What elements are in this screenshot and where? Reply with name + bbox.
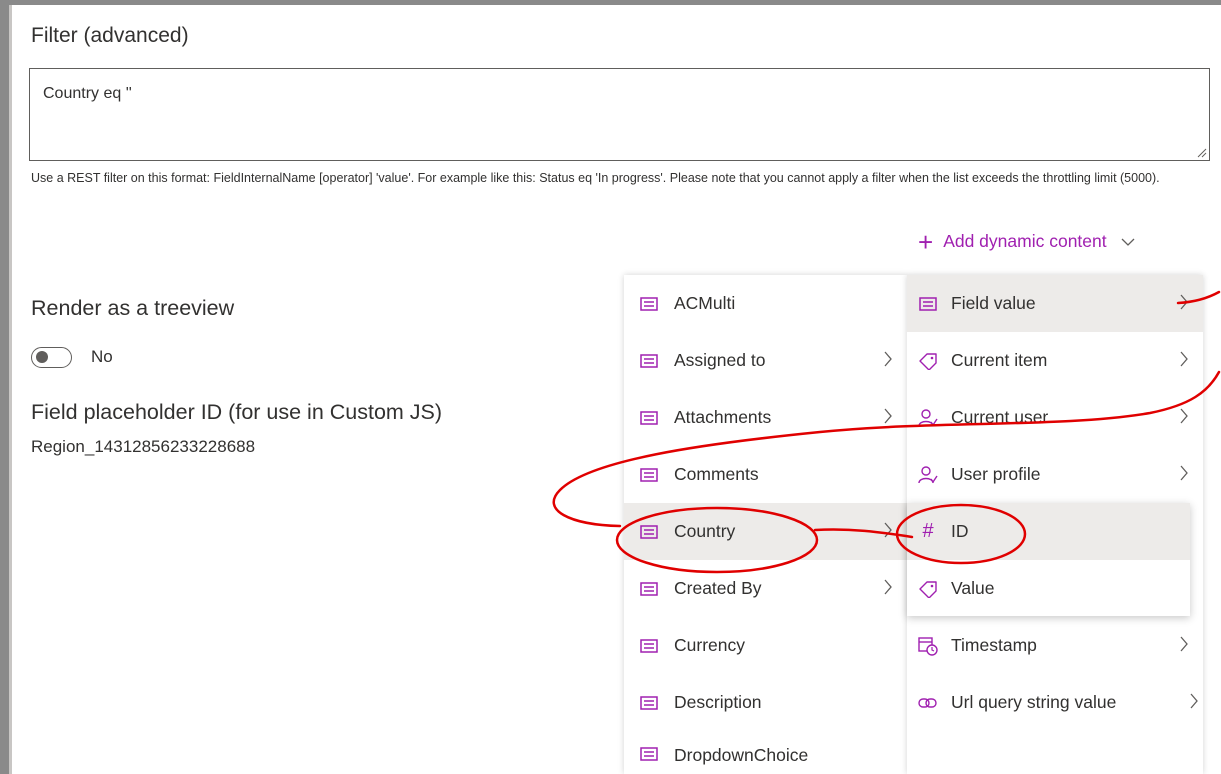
menu-item-country[interactable]: Country: [624, 503, 907, 560]
resize-grip-icon[interactable]: [1197, 148, 1207, 158]
filter-textarea[interactable]: Country eq '': [29, 68, 1210, 161]
chevron-right-icon: [1180, 636, 1188, 652]
plus-icon: +: [918, 226, 934, 257]
field-icon: [638, 295, 660, 313]
menu-item-label: Comments: [674, 464, 759, 484]
treeview-toggle[interactable]: [31, 347, 72, 368]
person-icon: [917, 465, 939, 484]
field-icon: [917, 295, 939, 313]
person-icon: [917, 408, 939, 427]
window-frame-top: [0, 0, 1221, 5]
menu-item-user-profile[interactable]: User profile: [907, 446, 1203, 503]
hash-icon: #: [922, 520, 934, 542]
toggle-state-label: No: [91, 347, 113, 366]
menu-item-field-value[interactable]: Field value: [907, 275, 1203, 332]
menu-item-description[interactable]: Description: [624, 674, 907, 731]
menu-item-label: Description: [674, 692, 762, 712]
field-icon: [638, 637, 660, 655]
menu-item-label: Attachments: [674, 407, 772, 427]
add-dynamic-content-label: Add dynamic content: [943, 231, 1107, 251]
field-icon: [638, 580, 660, 598]
menu-item-acmulti[interactable]: ACMulti: [624, 275, 907, 332]
menu-item-label: Url query string value: [951, 692, 1117, 712]
chevron-right-icon: [1180, 465, 1188, 481]
placeholder-id-value: Region_14312856233228688: [31, 437, 256, 456]
link-icon: [917, 694, 939, 712]
field-icon: [638, 352, 660, 370]
chevron-down-icon: [1121, 238, 1135, 246]
treeview-label: Render as a treeview: [31, 296, 235, 320]
submenu-item-id[interactable]: # ID: [907, 503, 1190, 560]
filter-help-text: Use a REST filter on this format: FieldI…: [31, 171, 1160, 185]
menu-item-attachments[interactable]: Attachments: [624, 389, 907, 446]
chevron-right-icon: [884, 579, 892, 595]
submenu-item-value[interactable]: Value: [907, 560, 1190, 617]
chevron-right-icon: [884, 522, 892, 538]
field-icon: [638, 745, 660, 763]
filter-value[interactable]: Country eq '': [43, 85, 132, 103]
menu-item-label: Assigned to: [674, 350, 766, 370]
menu-item-current-user[interactable]: Current user: [907, 389, 1203, 446]
field-icon: [638, 694, 660, 712]
filter-label: Filter (advanced): [31, 24, 189, 47]
chevron-right-icon: [884, 408, 892, 424]
menu-item-label: Currency: [674, 635, 745, 655]
chevron-right-icon: [1180, 351, 1188, 367]
field-icon: [638, 409, 660, 427]
menu-item-current-item[interactable]: Current item: [907, 332, 1203, 389]
menu-item-label: Current user: [951, 407, 1049, 427]
country-submenu: # ID Value: [907, 503, 1190, 616]
menu-item-url-query-string[interactable]: Url query string value: [907, 674, 1203, 731]
window-frame-left-inner: [9, 5, 12, 774]
field-icon: [638, 523, 660, 541]
menu-item-label: ID: [951, 521, 969, 541]
menu-item-label: Created By: [674, 578, 762, 598]
tag-icon: [917, 580, 939, 598]
window-frame-left: [0, 0, 9, 774]
chevron-right-icon: [884, 351, 892, 367]
tag-icon: [917, 352, 939, 370]
menu-item-label: Timestamp: [951, 635, 1037, 655]
chevron-right-icon: [1180, 408, 1188, 424]
menu-item-timestamp[interactable]: Timestamp: [907, 617, 1203, 674]
toggle-knob: [36, 351, 48, 363]
menu-item-label: Country: [674, 521, 736, 541]
menu-item-label: User profile: [951, 464, 1041, 484]
menu-item-label: Current item: [951, 350, 1048, 370]
calendar-clock-icon: [917, 636, 939, 656]
field-menu: ACMulti Assigned to Attachments Comments…: [624, 275, 907, 774]
menu-item-created-by[interactable]: Created By: [624, 560, 907, 617]
chevron-right-icon: [1180, 294, 1188, 310]
menu-item-label: Value: [951, 578, 995, 598]
field-icon: [638, 466, 660, 484]
menu-item-label: ACMulti: [674, 293, 736, 313]
menu-item-dropdownchoice[interactable]: DropdownChoice: [624, 731, 907, 774]
menu-item-label: DropdownChoice: [674, 745, 809, 765]
menu-item-assigned-to[interactable]: Assigned to: [624, 332, 907, 389]
menu-item-currency[interactable]: Currency: [624, 617, 907, 674]
menu-item-label: Field value: [951, 293, 1036, 313]
add-dynamic-content-button[interactable]: + Add dynamic content: [918, 226, 1135, 257]
placeholder-id-label: Field placeholder ID (for use in Custom …: [31, 400, 443, 424]
chevron-right-icon: [1190, 693, 1198, 709]
menu-item-comments[interactable]: Comments: [624, 446, 907, 503]
